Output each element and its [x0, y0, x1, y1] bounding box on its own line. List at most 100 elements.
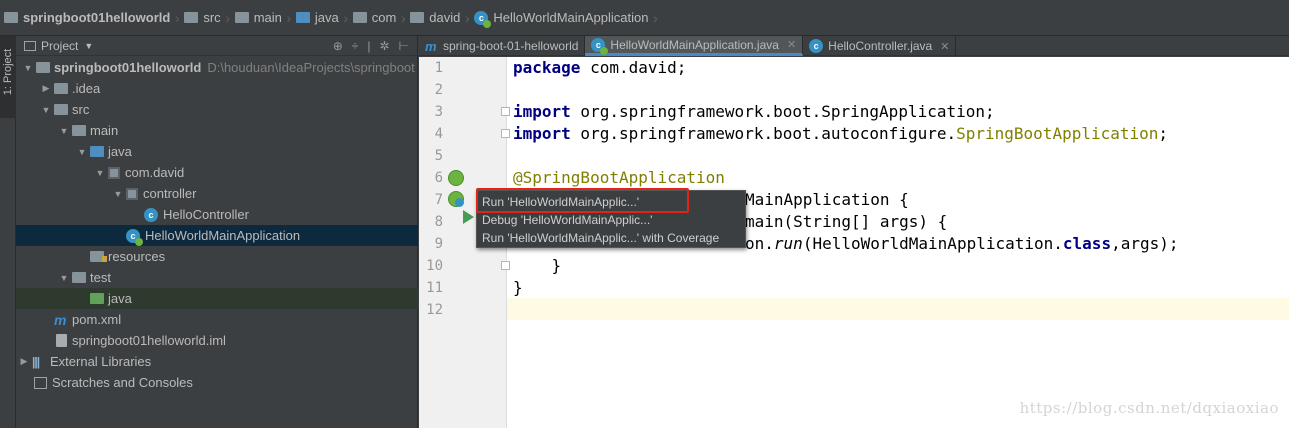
source-folder-icon	[90, 146, 104, 157]
menu-item-debug[interactable]: Debug 'HelloWorldMainApplic...'	[477, 211, 745, 229]
chevron-right-icon: ›	[286, 9, 292, 26]
package-icon	[352, 12, 367, 23]
separator-icon: |	[367, 39, 371, 53]
line-number: 1	[434, 60, 443, 76]
line-number: 9	[434, 236, 443, 252]
line-number: 4	[434, 126, 443, 142]
tree-item-src[interactable]: ▼ src	[16, 99, 418, 120]
run-gutter-icon[interactable]	[463, 210, 474, 224]
expanded-arrow-icon[interactable]: ▼	[20, 63, 36, 73]
close-icon[interactable]: ✕	[940, 40, 949, 53]
module-folder-icon	[36, 62, 50, 73]
chevron-right-icon: ›	[343, 9, 349, 26]
project-panel-header: Project ▼ ⊕ ÷ | ✲ ⊢	[16, 36, 417, 56]
spring-class-icon: c	[126, 228, 143, 246]
line-number: 10	[426, 258, 443, 274]
collapsed-arrow-icon[interactable]: ▶	[38, 83, 54, 94]
folder-icon	[234, 12, 249, 23]
line-number: 8	[434, 214, 443, 230]
maven-icon: m	[54, 311, 67, 328]
chevron-right-icon: ›	[653, 9, 658, 26]
code-line-7: MainApplication {	[745, 190, 909, 209]
source-folder-icon	[295, 12, 310, 23]
breadcrumb-com[interactable]: com	[352, 0, 396, 36]
collapsed-arrow-icon[interactable]: ▶	[16, 356, 32, 367]
chevron-down-icon[interactable]: ▼	[84, 41, 93, 51]
tree-item-pom[interactable]: m pom.xml	[16, 309, 418, 330]
tree-item-scratches[interactable]: Scratches and Consoles	[16, 372, 418, 393]
project-panel: Project ▼ ⊕ ÷ | ✲ ⊢ ▼ springboot01hellow…	[16, 36, 418, 428]
breadcrumb-src[interactable]: src	[184, 0, 221, 36]
tree-item-main[interactable]: ▼ main	[16, 120, 418, 141]
tab-hellocontroller[interactable]: c HelloController.java ✕	[803, 36, 957, 56]
expanded-arrow-icon[interactable]: ▼	[56, 126, 72, 136]
code-line-8: main(String[] args) {	[745, 212, 948, 231]
expanded-arrow-icon[interactable]: ▼	[74, 147, 90, 157]
class-icon: c	[809, 39, 824, 53]
current-line-highlight	[419, 298, 1289, 320]
package-icon	[108, 166, 120, 179]
tree-item-external-libraries[interactable]: ▶ ||| External Libraries	[16, 351, 418, 372]
line-number: 7	[434, 192, 443, 208]
code-line-11: }	[513, 278, 523, 297]
breadcrumb-class[interactable]: c HelloWorldMainApplication	[474, 0, 649, 36]
collapse-all-icon[interactable]: ÷	[352, 39, 359, 53]
expanded-arrow-icon[interactable]: ▼	[110, 189, 126, 199]
fold-icon[interactable]	[501, 129, 510, 138]
tree-item-test[interactable]: ▼ test	[16, 267, 418, 288]
hide-panel-icon[interactable]: ⊢	[399, 39, 409, 53]
folder-icon	[54, 104, 68, 115]
scratches-icon	[34, 376, 47, 389]
chevron-right-icon: ›	[465, 9, 470, 26]
watermark: https://blog.csdn.net/dqxiaoxiao	[1019, 399, 1279, 417]
chevron-right-icon: ›	[400, 9, 406, 26]
breadcrumb-david[interactable]: david	[410, 0, 460, 36]
navigation-breadcrumb: springboot01helloworld › src › main › ja…	[0, 0, 1289, 36]
tree-item-idea[interactable]: ▶ .idea	[16, 78, 418, 99]
code-line-10: }	[513, 256, 562, 275]
code-line-9: on.run(HelloWorldMainApplication.class,a…	[745, 234, 1179, 253]
menu-item-run-coverage[interactable]: Run 'HelloWorldMainApplic...' with Cover…	[477, 229, 745, 247]
tab-pom[interactable]: m spring-boot-01-helloworld	[419, 36, 586, 56]
run-class-gutter-icon[interactable]	[448, 191, 464, 207]
project-tool-tab[interactable]: 1: Project	[0, 36, 16, 118]
tree-item-test-java[interactable]: java	[16, 288, 418, 309]
tree-item-controller[interactable]: ▼ controller	[16, 183, 418, 204]
locate-icon[interactable]: ⊕	[333, 39, 343, 53]
breadcrumb-main[interactable]: main	[234, 0, 282, 36]
code-line-4: import org.springframework.boot.autoconf…	[513, 124, 1169, 143]
close-icon[interactable]: ✕	[787, 38, 796, 51]
spring-class-icon: c	[591, 37, 609, 55]
package-icon	[126, 187, 138, 200]
tree-item-com-david[interactable]: ▼ com.david	[16, 162, 418, 183]
code-line-1: package com.david;	[513, 58, 687, 77]
expanded-arrow-icon[interactable]: ▼	[92, 168, 108, 178]
fold-icon[interactable]	[501, 107, 510, 116]
project-view-selector[interactable]: Project	[41, 39, 78, 53]
left-tool-strip: 1: Project	[0, 36, 16, 428]
line-number: 11	[426, 280, 443, 296]
folder-icon	[72, 125, 86, 136]
tree-item-helloworldmainapplication[interactable]: c HelloWorldMainApplication	[16, 225, 418, 246]
library-icon: |||	[32, 354, 40, 369]
spring-bean-gutter-icon[interactable]	[448, 170, 464, 186]
tree-item-resources[interactable]: resources	[16, 246, 418, 267]
project-path: D:\houduan\IdeaProjects\springboot	[207, 60, 415, 75]
tree-item-main-java[interactable]: ▼ java	[16, 141, 418, 162]
gear-icon[interactable]: ✲	[379, 39, 389, 53]
chevron-right-icon: ›	[225, 9, 231, 26]
breadcrumb-java[interactable]: java	[295, 0, 339, 36]
expanded-arrow-icon[interactable]: ▼	[38, 105, 54, 115]
code-line-3: import org.springframework.boot.SpringAp…	[513, 102, 995, 121]
tree-item-project-root[interactable]: ▼ springboot01helloworld D:\houduan\Idea…	[16, 57, 418, 78]
fold-icon[interactable]	[501, 261, 510, 270]
line-number: 12	[426, 302, 443, 318]
class-icon: c	[144, 207, 158, 222]
tree-item-hellocontroller[interactable]: c HelloController	[16, 204, 418, 225]
breadcrumb-project[interactable]: springboot01helloworld	[4, 0, 170, 36]
folder-icon	[72, 272, 86, 283]
expanded-arrow-icon[interactable]: ▼	[56, 273, 72, 283]
tree-item-iml[interactable]: springboot01helloworld.iml	[16, 330, 418, 351]
iml-file-icon	[56, 334, 67, 347]
tab-helloworldmainapplication[interactable]: c HelloWorldMainApplication.java ✕	[585, 36, 804, 56]
